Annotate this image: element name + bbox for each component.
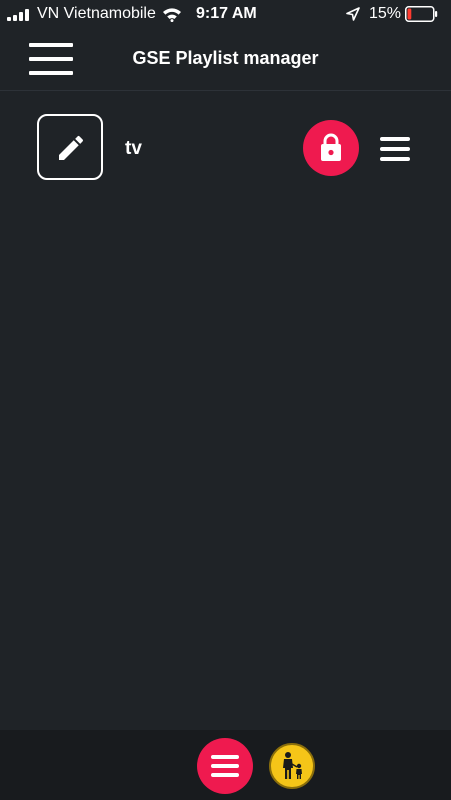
lock-playlist-button[interactable] bbox=[303, 120, 359, 176]
status-time: 9:17 AM bbox=[196, 5, 257, 22]
location-arrow-icon bbox=[346, 7, 360, 21]
battery-icon bbox=[405, 6, 438, 22]
bottom-menu-button[interactable] bbox=[197, 738, 253, 794]
bottom-bar bbox=[0, 730, 451, 800]
parent-child-icon bbox=[283, 752, 302, 779]
parental-control-button[interactable] bbox=[269, 743, 315, 789]
page-title: GSE Playlist manager bbox=[132, 48, 319, 68]
playlist-options-button[interactable] bbox=[380, 137, 410, 161]
wifi-icon bbox=[163, 8, 181, 22]
signal-icon bbox=[7, 9, 33, 21]
status-bar: VN Vietnamobile 9:17 AM 15% bbox=[0, 0, 451, 30]
lock-icon bbox=[321, 133, 341, 161]
edit-playlist-button[interactable] bbox=[37, 114, 103, 180]
playlist-name[interactable]: tv bbox=[125, 138, 142, 160]
battery-percent: 15% bbox=[369, 5, 402, 22]
carrier-name: VN Vietnamobile bbox=[37, 5, 156, 22]
app-header: GSE Playlist manager bbox=[0, 30, 451, 91]
pencil-icon bbox=[59, 135, 84, 160]
